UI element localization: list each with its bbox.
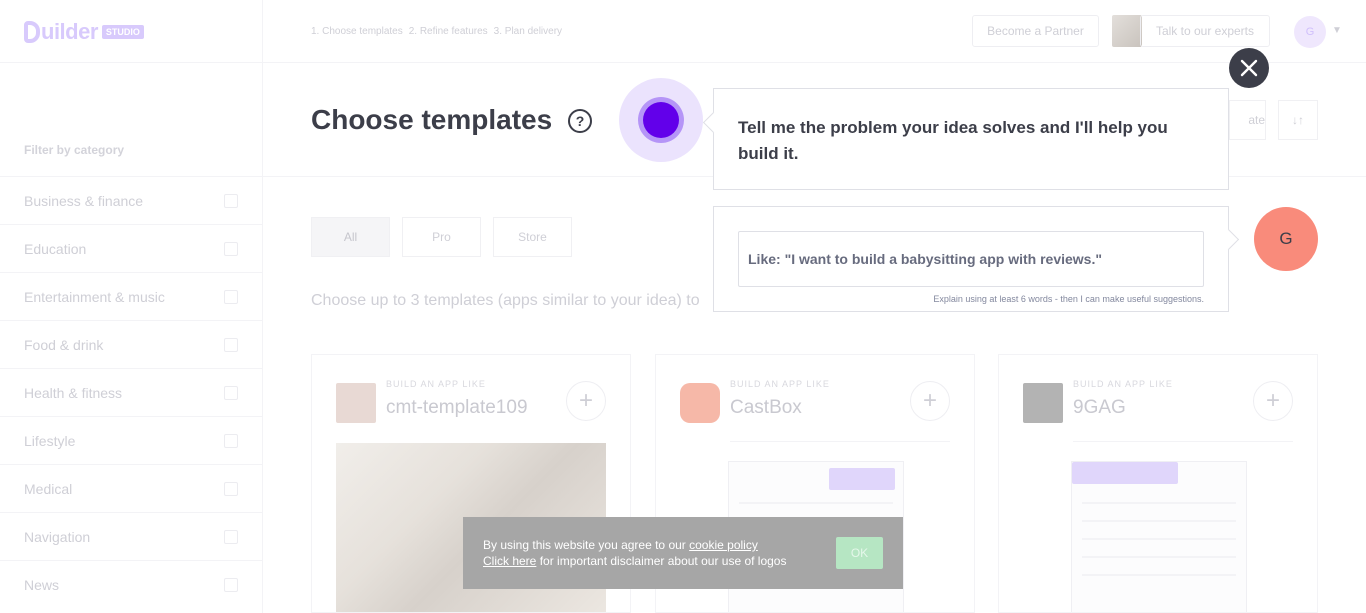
choose-instructions: Choose up to 3 templates (apps similar t… [311, 292, 700, 309]
create-button[interactable]: ate [1229, 100, 1266, 140]
idea-input[interactable] [738, 231, 1204, 287]
category-label: Navigation [24, 528, 91, 545]
category-list: Business & finance Education Entertainme… [0, 176, 262, 608]
user-avatar[interactable]: G [1294, 16, 1326, 48]
template-icon [336, 383, 376, 423]
category-item[interactable]: Navigation [0, 512, 262, 560]
step-2[interactable]: 2. Refine features [409, 26, 488, 37]
add-template-button[interactable]: + [910, 381, 950, 421]
card-kicker: BUILD AN APP LIKE [1073, 379, 1173, 389]
category-checkbox[interactable] [224, 577, 238, 592]
cookie-ok-button[interactable]: OK [836, 537, 883, 569]
category-label: Business & finance [24, 192, 144, 209]
category-item[interactable]: Medical [0, 464, 262, 512]
category-item[interactable]: Food & drink [0, 320, 262, 368]
category-item[interactable]: News [0, 560, 262, 608]
tab-all[interactable]: All [311, 217, 390, 257]
preview-lines [1082, 502, 1236, 592]
disclaimer-link[interactable]: Click here [483, 554, 536, 568]
category-item[interactable]: Health & fitness [0, 368, 262, 416]
card-kicker: BUILD AN APP LIKE [730, 379, 830, 389]
logo-mark-icon [24, 21, 40, 43]
card-name: CastBox [730, 397, 802, 418]
preview-bar [829, 468, 895, 490]
template-preview-image [1071, 461, 1247, 612]
category-label: News [24, 576, 60, 593]
card-kicker: BUILD AN APP LIKE [386, 379, 486, 389]
category-checkbox[interactable] [224, 481, 238, 496]
cookie-text: By using this website you agree to our c… [483, 537, 786, 569]
category-item[interactable]: Entertainment & music [0, 272, 262, 320]
step-3[interactable]: 3. Plan delivery [494, 26, 562, 37]
cookie-suffix: for important disclaimer about our use o… [536, 554, 787, 568]
talk-to-experts-button[interactable]: Talk to our experts [1140, 15, 1270, 47]
step-breadcrumb: 1. Choose templates 2. Refine features 3… [311, 26, 562, 37]
user-avatar-bubble: G [1254, 207, 1318, 271]
cookie-banner: By using this website you agree to our c… [463, 517, 903, 589]
cookie-policy-link[interactable]: cookie policy [689, 538, 758, 552]
category-item[interactable]: Education [0, 224, 262, 272]
become-partner-button[interactable]: Become a Partner [972, 15, 1099, 47]
category-checkbox[interactable] [224, 289, 238, 304]
category-checkbox[interactable] [224, 241, 238, 256]
category-checkbox[interactable] [224, 193, 238, 208]
card-divider [730, 441, 950, 442]
9gag-icon [1023, 383, 1063, 423]
chevron-down-icon[interactable]: ▼ [1332, 25, 1342, 36]
template-card[interactable]: BUILD AN APP LIKE 9GAG + [998, 354, 1318, 613]
expert-avatar [1112, 15, 1142, 47]
sort-icon[interactable]: ↓↑ [1278, 100, 1318, 140]
category-label: Health & fitness [24, 384, 123, 401]
category-label: Medical [24, 480, 73, 497]
category-label: Lifestyle [24, 432, 76, 449]
cookie-prefix: By using this website you agree to our [483, 538, 690, 552]
category-checkbox[interactable] [224, 337, 238, 352]
card-divider [1073, 441, 1293, 442]
add-template-button[interactable]: + [566, 381, 606, 421]
category-label: Food & drink [24, 336, 104, 353]
top-header: uilder STUDIO 1. Choose templates 2. Ref… [0, 0, 1366, 63]
card-name: cmt-template109 [386, 397, 528, 418]
category-item[interactable]: Business & finance [0, 176, 262, 224]
step-1[interactable]: 1. Choose templates [311, 26, 403, 37]
reply-bubble: Explain using at least 6 words - then I … [713, 206, 1229, 312]
castbox-icon [680, 383, 720, 423]
category-label: Education [24, 240, 87, 257]
category-checkbox[interactable] [224, 433, 238, 448]
help-icon[interactable]: ? [568, 109, 592, 133]
category-checkbox[interactable] [224, 529, 238, 544]
category-checkbox[interactable] [224, 385, 238, 400]
assistant-message-bubble: Tell me the problem your idea solves and… [713, 88, 1229, 190]
close-icon [1240, 59, 1258, 77]
logo-badge: STUDIO [101, 25, 144, 39]
card-name: 9GAG [1073, 397, 1126, 418]
close-button[interactable] [1229, 48, 1269, 88]
builder-logo[interactable]: uilder STUDIO [24, 19, 144, 44]
tab-pro[interactable]: Pro [402, 217, 481, 257]
input-hint: Explain using at least 6 words - then I … [933, 294, 1204, 304]
add-template-button[interactable]: + [1253, 381, 1293, 421]
page-title: Choose templates [311, 104, 553, 135]
preview-bar [1072, 462, 1178, 484]
filter-title: Filter by category [24, 143, 125, 157]
assistant-avatar [643, 102, 679, 138]
sidebar-divider [262, 0, 263, 613]
logo-text: uilder [41, 19, 98, 44]
category-item[interactable]: Lifestyle [0, 416, 262, 464]
tab-store[interactable]: Store [493, 217, 572, 257]
category-label: Entertainment & music [24, 288, 165, 305]
assistant-message: Tell me the problem your idea solves and… [738, 118, 1168, 163]
